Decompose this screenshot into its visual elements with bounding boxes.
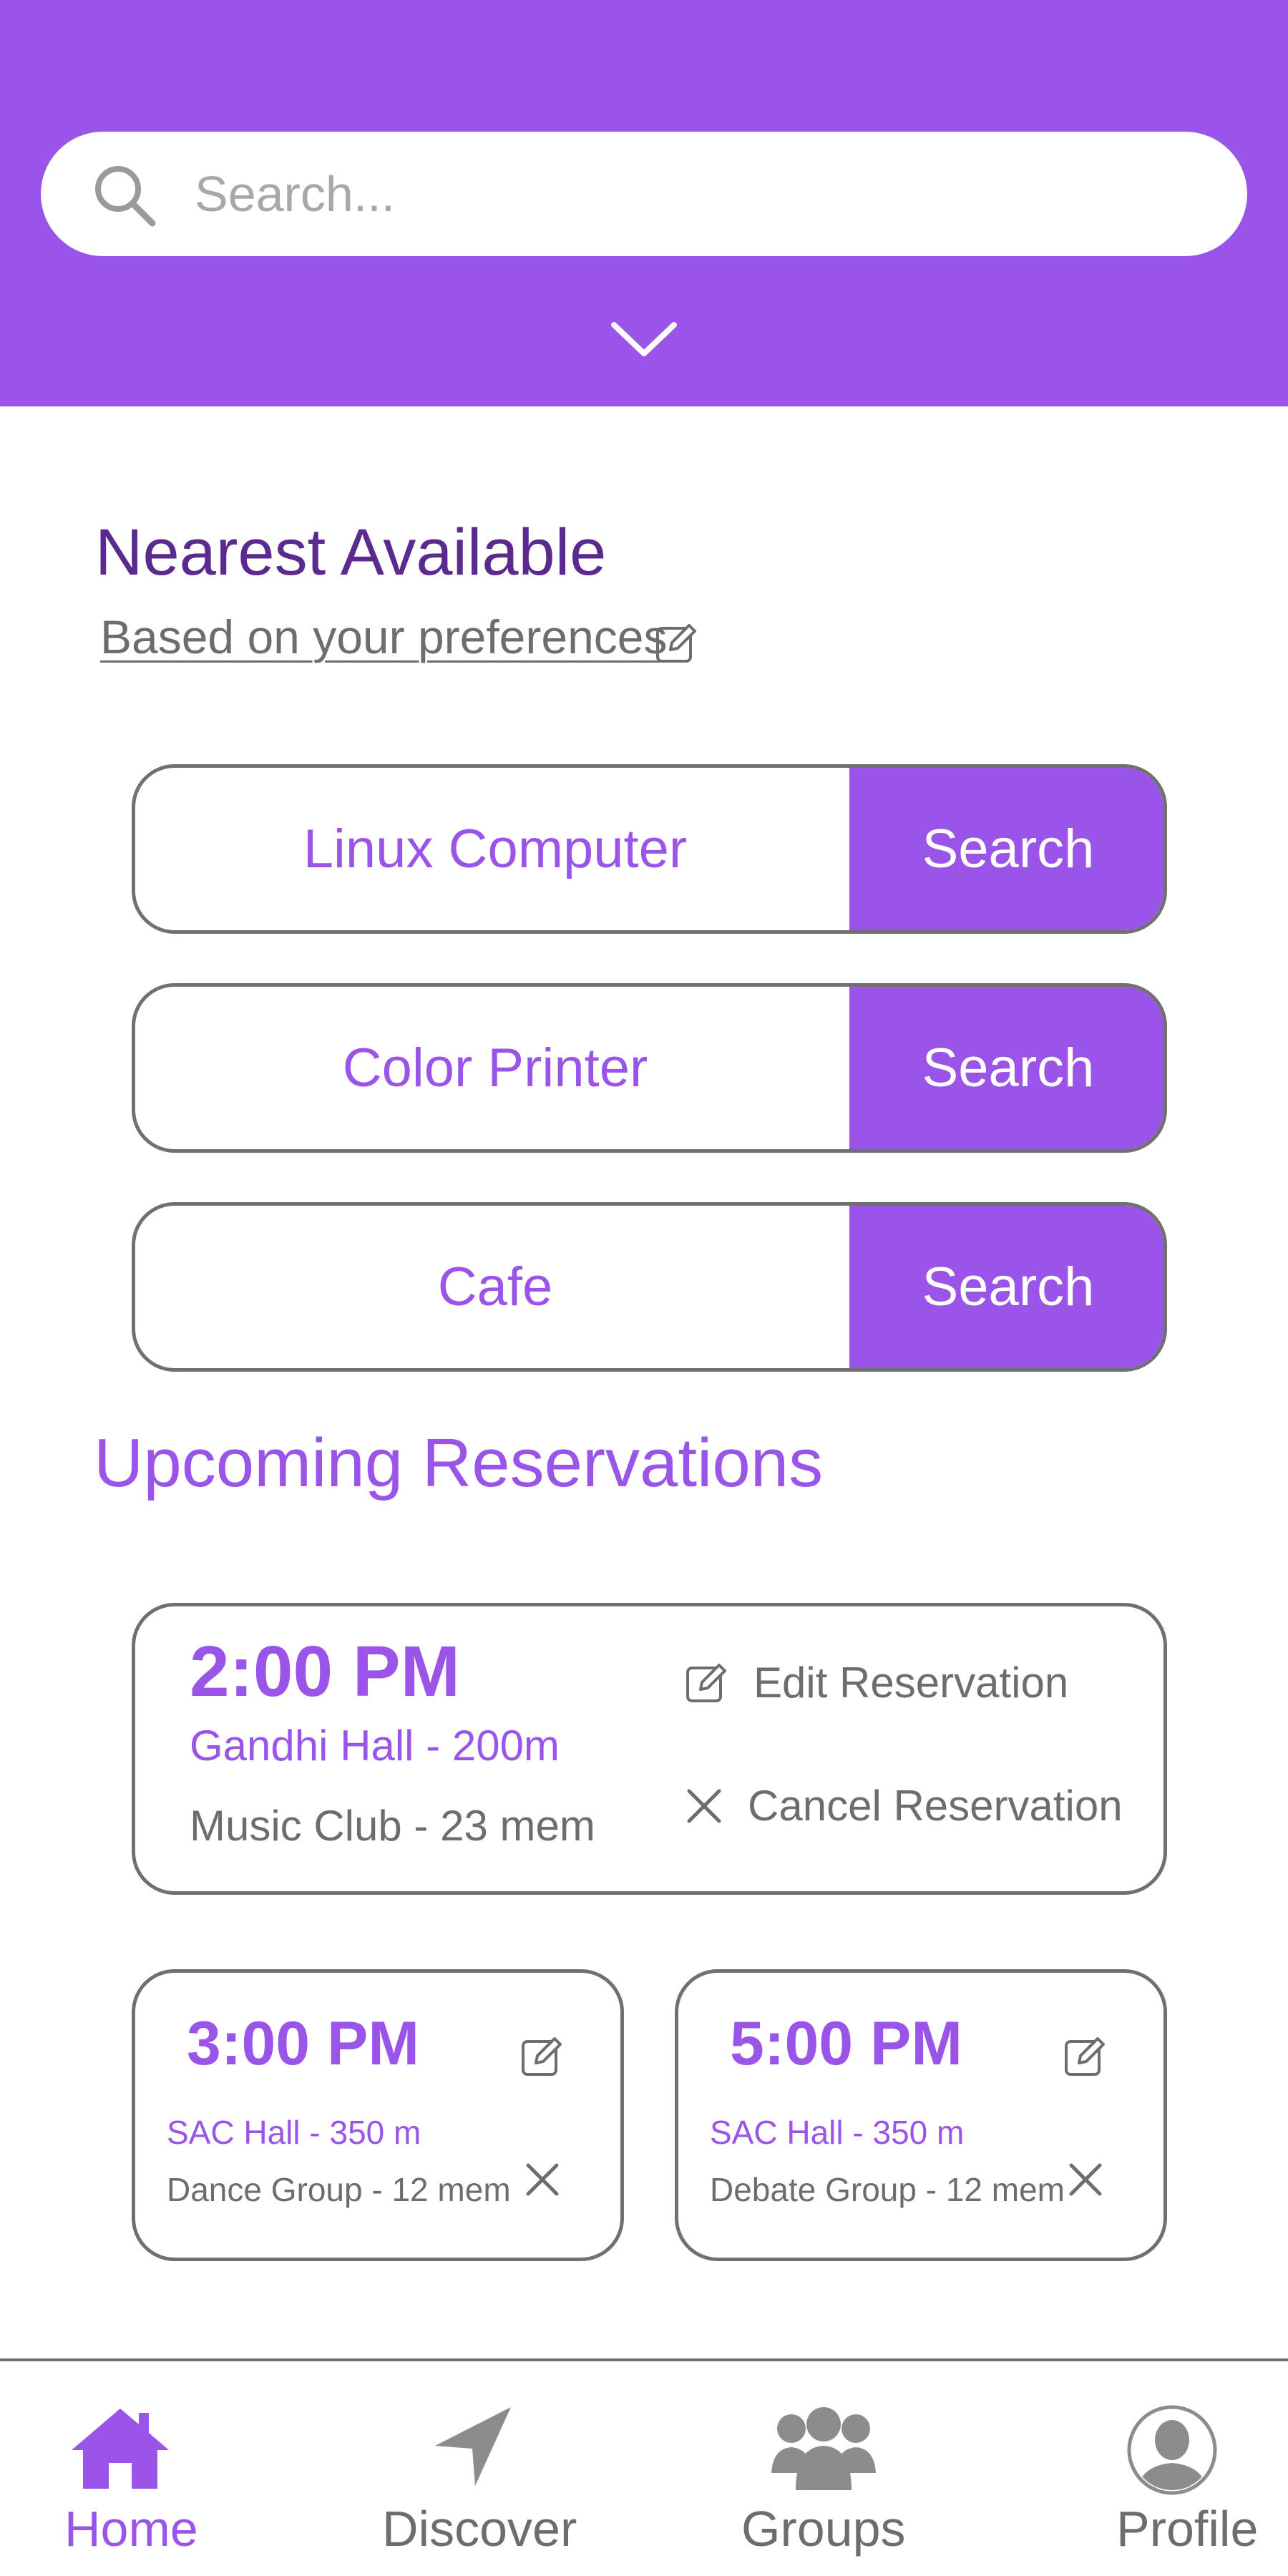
nearest-item-cafe: Cafe Search	[132, 1202, 1167, 1372]
nearest-item-label: Color Printer	[342, 1038, 648, 1098]
reservation-card-main: 2:00 PM Gandhi Hall - 200m Music Club - …	[132, 1603, 1167, 1895]
cancel-reservation-label: Cancel Reservation	[748, 1782, 1123, 1830]
reservation-group: Debate Group - 12 mem	[710, 2171, 1065, 2208]
pencil-icon[interactable]	[655, 621, 699, 665]
edit-reservation-label: Edit Reservation	[753, 1659, 1069, 1707]
navigation-arrow-icon	[435, 2407, 511, 2486]
nav-item-groups[interactable]: Groups	[730, 2361, 916, 2576]
nav-label-profile: Profile	[1116, 2501, 1259, 2557]
reservation-card-small: 5:00 PM SAC Hall - 350 m Debate Group - …	[675, 1969, 1167, 2261]
reservation-time: 5:00 PM	[730, 2009, 963, 2078]
pencil-icon[interactable]	[520, 2034, 565, 2079]
reservation-time: 3:00 PM	[187, 2009, 420, 2078]
close-icon[interactable]	[525, 2162, 560, 2197]
chevron-down-icon[interactable]	[610, 319, 678, 362]
reservation-location: SAC Hall - 350 m	[710, 2114, 965, 2151]
search-color-printer-button[interactable]: Search	[849, 987, 1163, 1149]
search-cafe-button[interactable]: Search	[849, 1206, 1163, 1368]
reservation-time: 2:00 PM	[190, 1631, 460, 1712]
nav-label-discover: Discover	[382, 2501, 577, 2557]
close-icon	[687, 1789, 721, 1823]
search-linux-computer-button[interactable]: Search	[849, 768, 1163, 930]
search-icon	[95, 166, 156, 227]
close-icon[interactable]	[1068, 2162, 1103, 2197]
nearest-item-label: Linux Computer	[303, 819, 688, 879]
edit-reservation-button[interactable]: Edit Reservation	[685, 1658, 1068, 1707]
top-header	[0, 0, 1288, 406]
upcoming-reservations-title: Upcoming Reservations	[94, 1425, 824, 1501]
nearest-item-linux-computer: Linux Computer Search	[132, 764, 1167, 934]
nav-label-groups: Groups	[741, 2501, 906, 2557]
search-input[interactable]	[195, 153, 1196, 235]
groups-icon	[771, 2407, 876, 2490]
reservation-group: Music Club - 23 mem	[190, 1802, 595, 1850]
nav-item-discover[interactable]: Discover	[372, 2361, 577, 2576]
profile-icon	[1127, 2405, 1217, 2495]
nav-label-home: Home	[64, 2501, 198, 2557]
reservation-card-small: 3:00 PM SAC Hall - 350 m Dance Group - 1…	[132, 1969, 624, 2261]
cancel-reservation-button[interactable]: Cancel Reservation	[685, 1781, 1123, 1830]
pencil-icon[interactable]	[1063, 2034, 1108, 2079]
nearest-item-label: Cafe	[437, 1257, 553, 1317]
bottom-navigation: Home Discover Groups Profile	[0, 2358, 1288, 2576]
reservation-location: Gandhi Hall - 200m	[190, 1722, 560, 1770]
home-icon	[72, 2409, 169, 2489]
reservation-group: Dance Group - 12 mem	[167, 2171, 511, 2208]
nearest-item-color-printer: Color Printer Search	[132, 983, 1167, 1153]
nearest-available-title: Nearest Available	[95, 516, 607, 589]
reservation-location: SAC Hall - 350 m	[167, 2114, 421, 2151]
pencil-icon	[686, 1663, 726, 1702]
nav-item-profile[interactable]: Profile	[1102, 2361, 1274, 2576]
nav-item-home[interactable]: Home	[57, 2361, 200, 2576]
search-bar[interactable]	[41, 132, 1247, 256]
preferences-link[interactable]: Based on your preferences	[100, 610, 667, 664]
